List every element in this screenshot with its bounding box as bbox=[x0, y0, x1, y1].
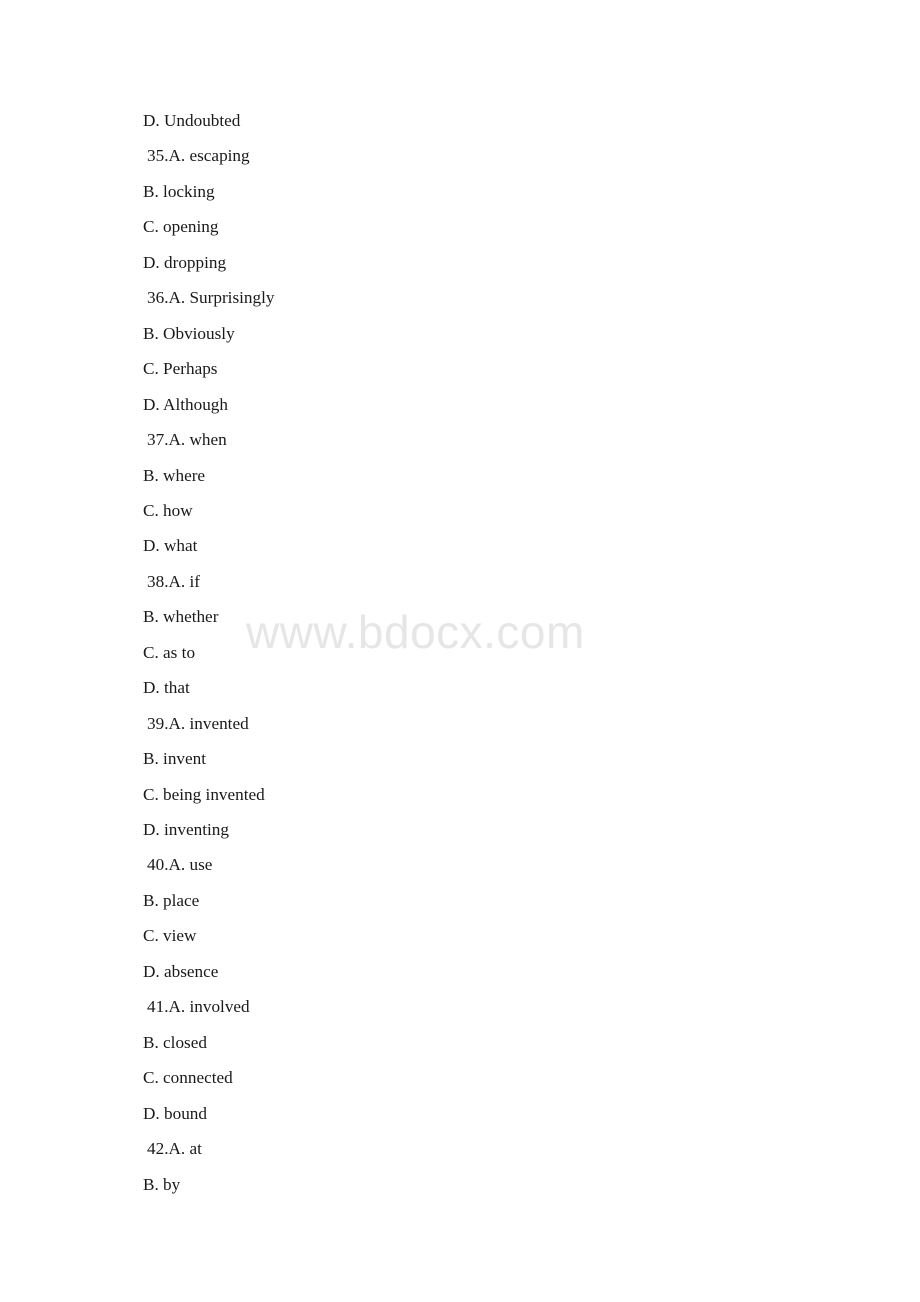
answer-option-line: D. bound bbox=[143, 1103, 207, 1123]
question-stem-line: 35.A. escaping bbox=[147, 146, 250, 166]
question-stem-line: 39.A. invented bbox=[147, 713, 249, 733]
question-stem-line: 42.A. at bbox=[147, 1139, 202, 1159]
answer-option-line: D. absence bbox=[143, 961, 219, 981]
answer-option-line: B. invent bbox=[143, 749, 207, 769]
site-watermark: www.bdocx.com bbox=[246, 606, 585, 658]
answer-option-line: B. whether bbox=[143, 607, 219, 627]
question-stem-line: 37.A. when bbox=[147, 430, 227, 450]
question-stem-line: 40.A. use bbox=[147, 855, 213, 875]
question-stem-line: 38.A. if bbox=[147, 571, 200, 591]
answer-option-line: D. Undoubted bbox=[143, 111, 241, 130]
answer-option-line: D. that bbox=[143, 678, 190, 698]
answer-option-line: B. where bbox=[143, 465, 206, 485]
answer-option-line: D. what bbox=[143, 536, 198, 556]
answer-option-line: C. connected bbox=[143, 1068, 233, 1088]
answer-option-line: B. by bbox=[143, 1174, 181, 1194]
answer-option-line: C. view bbox=[143, 926, 197, 946]
question-stem-line: 41.A. involved bbox=[147, 997, 250, 1017]
question-stem-line: 36.A. Surprisingly bbox=[147, 288, 275, 308]
answer-option-line: D. Although bbox=[143, 394, 228, 414]
answer-option-line: D. dropping bbox=[143, 252, 227, 272]
answer-option-line: C. as to bbox=[143, 642, 196, 662]
answer-option-line: C. being invented bbox=[143, 784, 265, 804]
document-page: www.bdocx.com D. Undoubted 35.A. escaping… bbox=[0, 0, 920, 1302]
answer-option-line: B. locking bbox=[143, 181, 215, 201]
answer-option-line: C. how bbox=[143, 500, 193, 520]
answer-option-line: B. Obviously bbox=[143, 323, 235, 343]
answer-option-line: C. opening bbox=[143, 217, 219, 237]
answer-option-line: C. Perhaps bbox=[143, 359, 218, 379]
answer-option-line: B. place bbox=[143, 890, 200, 910]
answer-option-line: B. closed bbox=[143, 1032, 207, 1052]
answer-option-line: D. inventing bbox=[143, 820, 229, 839]
